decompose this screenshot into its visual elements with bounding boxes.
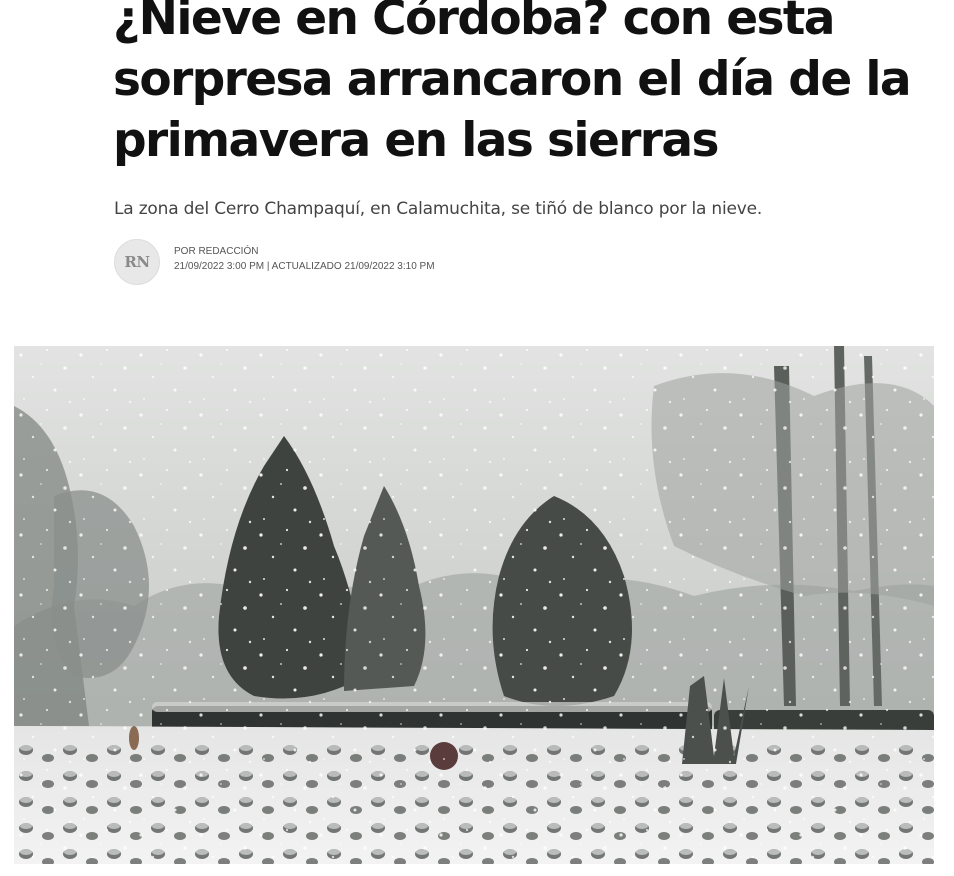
headline-line: primavera en las sierras xyxy=(113,113,719,168)
author-avatar[interactable]: RN xyxy=(114,239,160,285)
byline-meta: POR REDACCIÓN 21/09/2022 3:00 PM | ACTUA… xyxy=(174,246,435,273)
article: ¿Nieve en Córdoba? con esta sorpresa arr… xyxy=(0,0,954,876)
snow-scene-image xyxy=(14,346,934,864)
publish-dates: 21/09/2022 3:00 PM | ACTUALIZADO 21/09/2… xyxy=(174,260,435,272)
article-headline: ¿Nieve en Córdoba? con esta sorpresa arr… xyxy=(113,0,913,171)
headline-line: ¿Nieve en Córdoba? con esta xyxy=(113,0,835,46)
headline-line: sorpresa arrancaron el día de la xyxy=(113,52,912,107)
article-subtitle: La zona del Cerro Champaquí, en Calamuch… xyxy=(114,199,763,219)
author-name[interactable]: POR REDACCIÓN xyxy=(174,246,435,258)
byline: RN POR REDACCIÓN 21/09/2022 3:00 PM | AC… xyxy=(114,239,435,285)
article-photo[interactable] xyxy=(14,346,934,864)
